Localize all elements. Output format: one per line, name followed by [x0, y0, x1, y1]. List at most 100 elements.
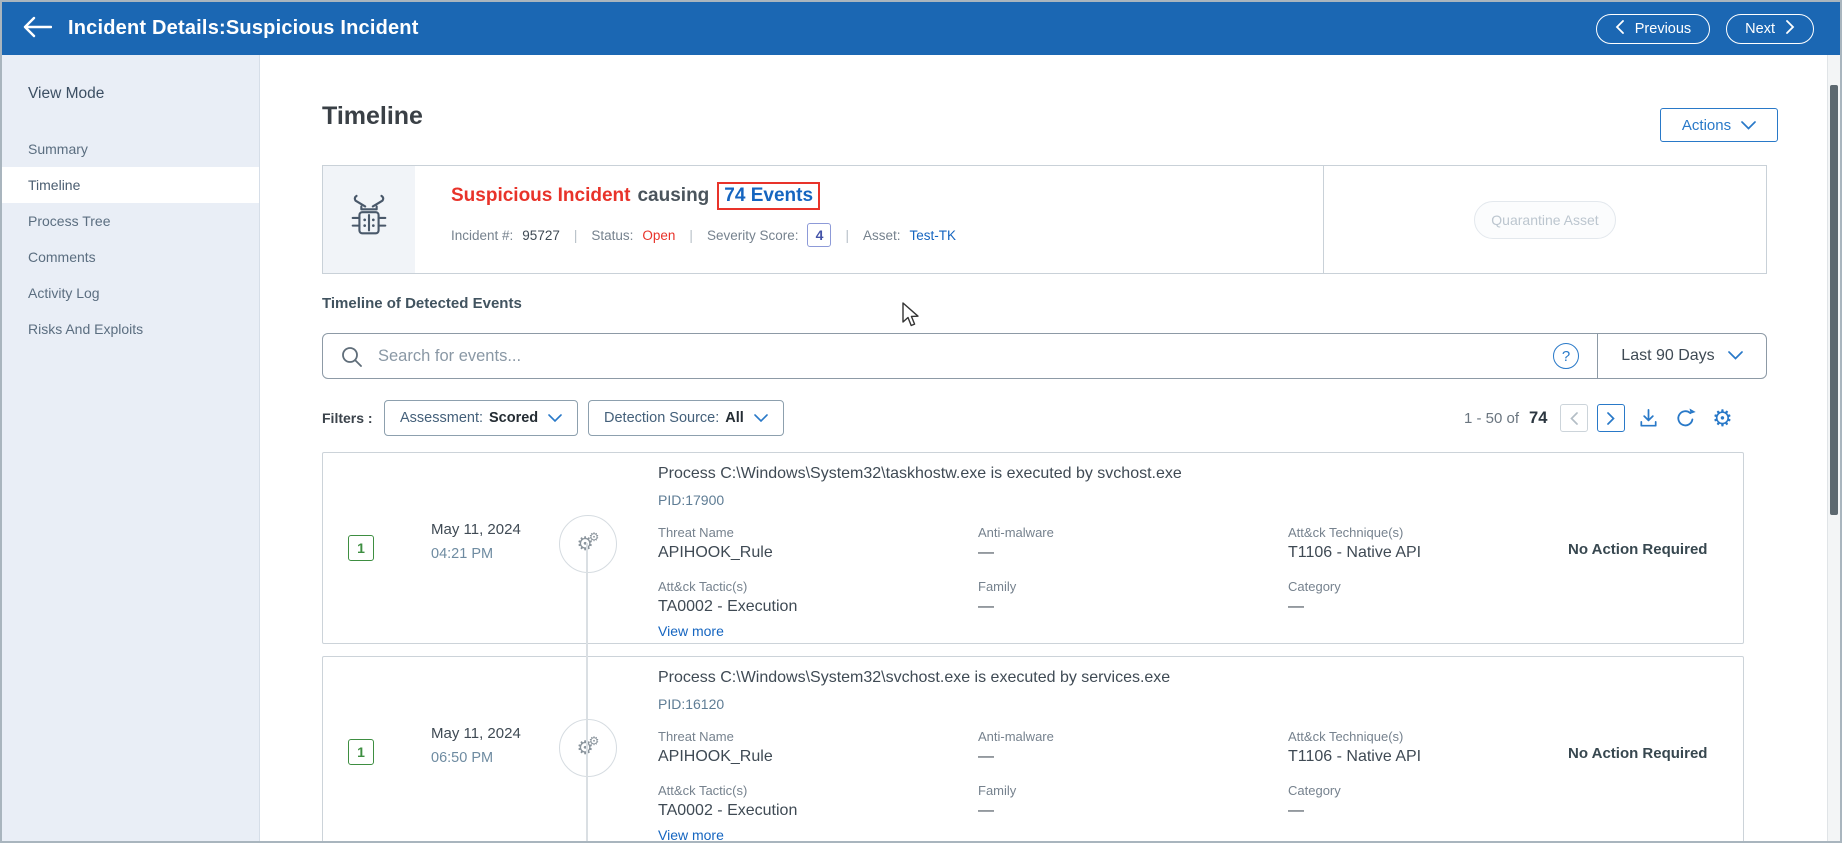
sidebar-item-timeline[interactable]: Timeline — [2, 167, 259, 203]
category-label: Category — [1288, 783, 1558, 798]
family-value: — — [978, 598, 1288, 616]
threat-name-value: APIHOOK_Rule — [658, 544, 978, 562]
chevron-left-icon — [1615, 20, 1624, 38]
filter-value: All — [725, 410, 744, 426]
search-icon — [341, 346, 362, 367]
anti-malware-label: Anti-malware — [978, 729, 1288, 744]
previous-label: Previous — [1635, 21, 1691, 37]
detected-events-heading: Timeline of Detected Events — [322, 295, 522, 312]
asset-link[interactable]: Test-TK — [910, 228, 957, 243]
asset-label: Asset: — [863, 228, 901, 243]
anti-malware-label: Anti-malware — [978, 525, 1288, 540]
incident-title-line: Suspicious Incident causing 74 Events — [451, 182, 1323, 210]
events-search-bar: ? Last 90 Days — [322, 333, 1767, 379]
incident-summary-card: Suspicious Incident causing 74 Events In… — [322, 165, 1767, 274]
process-gears-icon: ⚙⚙ — [559, 515, 617, 573]
attck-tactic-label: Att&ck Tactic(s) — [658, 783, 978, 798]
actions-button[interactable]: Actions — [1660, 108, 1778, 142]
incident-causing-text: causing — [637, 185, 709, 207]
bug-icon — [346, 194, 392, 245]
back-button[interactable] — [22, 16, 52, 41]
event-action-status: No Action Required — [1568, 745, 1758, 762]
top-bar: Incident Details:Suspicious Incident Pre… — [2, 2, 1840, 55]
pagination-toolbar: 1 - 50 of 74 ⚙ — [1464, 403, 1736, 433]
events-count-link[interactable]: 74 Events — [717, 182, 820, 210]
attck-technique-value: T1106 - Native API — [1288, 544, 1558, 562]
pagination-range: 1 - 50 of — [1464, 410, 1519, 427]
view-more-link[interactable]: View more — [658, 827, 724, 843]
detection-source-filter-dropdown[interactable]: Detection Source: All — [588, 400, 784, 436]
chevron-down-icon — [548, 410, 562, 426]
event-card: 1 May 11, 2024 04:21 PM ⚙⚙ Process C:\Wi… — [322, 452, 1744, 644]
help-icon[interactable]: ? — [1553, 343, 1579, 369]
category-value: — — [1288, 802, 1558, 820]
view-more-link[interactable]: View more — [658, 623, 724, 639]
pagination-total: 74 — [1529, 409, 1547, 428]
event-title: Process C:\Windows\System32\taskhostw.ex… — [658, 465, 1558, 483]
event-pid: PID:17900 — [658, 492, 1558, 508]
attck-technique-label: Att&ck Technique(s) — [1288, 525, 1558, 540]
threat-name-label: Threat Name — [658, 729, 978, 744]
sidebar-item-summary[interactable]: Summary — [2, 131, 259, 167]
sidebar-item-activity-log[interactable]: Activity Log — [2, 275, 259, 311]
chevron-right-icon — [1786, 20, 1795, 38]
page-next-button[interactable] — [1597, 404, 1625, 432]
actions-label: Actions — [1682, 117, 1731, 134]
incident-details-screen: Incident Details:Suspicious Incident Pre… — [0, 0, 1842, 843]
status-label: Status: — [591, 228, 633, 243]
threat-name-value: APIHOOK_Rule — [658, 748, 978, 766]
event-fields: Threat Name APIHOOK_Rule Anti-malware — At… — [658, 729, 1558, 820]
filter-value: Scored — [489, 410, 538, 426]
attck-technique-label: Att&ck Technique(s) — [1288, 729, 1558, 744]
meta-separator: | — [574, 228, 578, 243]
event-card: 1 May 11, 2024 06:50 PM ⚙⚙ Process C:\Wi… — [322, 656, 1744, 843]
family-label: Family — [978, 783, 1288, 798]
event-count-badge: 1 — [348, 739, 374, 765]
date-range-value: Last 90 Days — [1621, 347, 1714, 365]
assessment-filter-dropdown[interactable]: Assessment: Scored — [384, 400, 578, 436]
sidebar-title: View Mode — [28, 85, 259, 103]
meta-separator: | — [845, 228, 849, 243]
search-input[interactable] — [376, 346, 1553, 367]
attck-tactic-value: TA0002 - Execution — [658, 802, 978, 820]
mouse-cursor-icon — [900, 302, 922, 333]
incident-summary-body: Suspicious Incident causing 74 Events In… — [415, 166, 1323, 273]
settings-gear-icon[interactable]: ⚙ — [1708, 407, 1736, 430]
event-action-status: No Action Required — [1568, 541, 1758, 558]
page-previous-button[interactable] — [1560, 404, 1588, 432]
vertical-scrollbar[interactable] — [1827, 55, 1840, 841]
filters-label: Filters : — [322, 410, 373, 426]
export-download-icon[interactable] — [1634, 407, 1662, 430]
quarantine-asset-button[interactable]: Quarantine Asset — [1474, 201, 1616, 239]
threat-name-label: Threat Name — [658, 525, 978, 540]
event-time: 04:21 PM — [431, 546, 521, 562]
event-body: Process C:\Windows\System32\taskhostw.ex… — [658, 465, 1558, 641]
family-label: Family — [978, 579, 1288, 594]
anti-malware-value: — — [978, 544, 1288, 562]
event-date: May 11, 2024 — [431, 725, 521, 742]
sidebar-item-risks-and-exploits[interactable]: Risks And Exploits — [2, 311, 259, 347]
event-datetime: May 11, 2024 04:21 PM — [431, 521, 521, 562]
process-gears-icon: ⚙⚙ — [559, 719, 617, 777]
event-fields: Threat Name APIHOOK_Rule Anti-malware — At… — [658, 525, 1558, 616]
filter-name: Assessment: — [400, 410, 483, 426]
date-range-dropdown[interactable]: Last 90 Days — [1598, 347, 1766, 365]
family-value: — — [978, 802, 1288, 820]
attck-technique-value: T1106 - Native API — [1288, 748, 1558, 766]
previous-incident-button[interactable]: Previous — [1596, 14, 1710, 44]
event-date: May 11, 2024 — [431, 521, 521, 538]
attck-tactic-label: Att&ck Tactic(s) — [658, 579, 978, 594]
event-title: Process C:\Windows\System32\svchost.exe … — [658, 669, 1558, 687]
next-incident-button[interactable]: Next — [1726, 14, 1814, 44]
sidebar-item-process-tree[interactable]: Process Tree — [2, 203, 259, 239]
page-title: Timeline — [322, 102, 423, 131]
category-label: Category — [1288, 579, 1558, 594]
anti-malware-value: — — [978, 748, 1288, 766]
sidebar-item-comments[interactable]: Comments — [2, 239, 259, 275]
refresh-icon[interactable] — [1671, 407, 1699, 430]
arrow-left-icon — [22, 16, 52, 41]
severity-score-label: Severity Score: — [707, 228, 799, 243]
filter-name: Detection Source: — [604, 410, 719, 426]
scrollbar-thumb[interactable] — [1830, 85, 1838, 515]
incident-meta-line: Incident #: 95727 | Status: Open | Sever… — [451, 223, 1323, 247]
